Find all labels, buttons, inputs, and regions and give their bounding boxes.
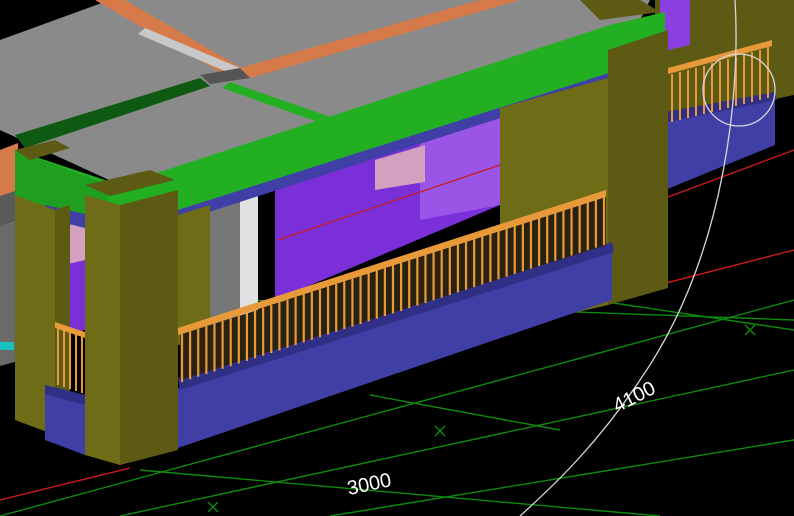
column-front-left xyxy=(85,195,120,465)
interior-pink-left xyxy=(68,222,85,264)
column-right xyxy=(608,30,668,305)
left-cyan-marker xyxy=(0,342,14,350)
column-front-left-face xyxy=(120,190,178,465)
3d-viewport[interactable]: 3000 4100 xyxy=(0,0,794,516)
building-model-render[interactable] xyxy=(0,0,794,516)
